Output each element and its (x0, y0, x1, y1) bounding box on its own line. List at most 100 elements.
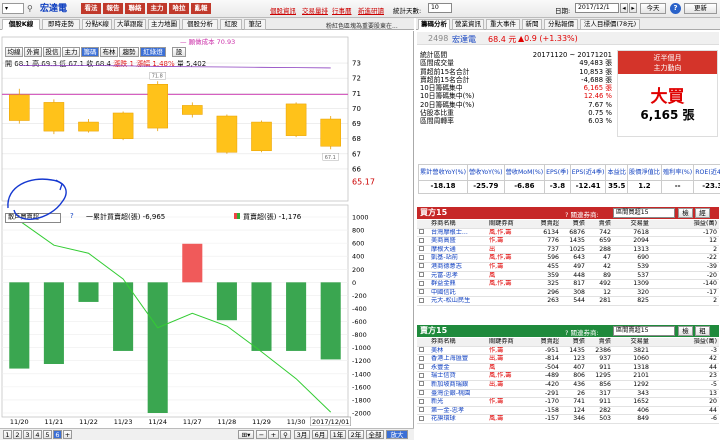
range-zoom[interactable]: 放大 (386, 430, 408, 439)
fin-head: 本益比 (605, 164, 629, 181)
table-row[interactable]: 元富-忠孝風 359 448 89 537 -20 (417, 271, 719, 281)
tab-branch-quote[interactable]: 分點報價 (544, 19, 578, 30)
sell-check-button[interactable]: 檢 (678, 326, 693, 336)
row-checkbox[interactable] (417, 397, 429, 407)
row-checkbox[interactable] (417, 288, 429, 298)
page-4[interactable]: 4 (33, 430, 42, 439)
buy-check-button[interactable]: 檢 (678, 208, 693, 218)
row-checkbox[interactable] (417, 406, 429, 416)
refresh-button[interactable]: 更新 (684, 3, 717, 14)
link-volume-rank[interactable]: 交易量排 (302, 5, 328, 15)
link-stock-info[interactable]: 個股資訊 (270, 5, 296, 15)
row-checkbox[interactable] (417, 228, 429, 238)
table-cell: 台灣摩根士... (429, 228, 487, 238)
tab-big-order[interactable]: 大單跟蹤 (114, 19, 146, 30)
page-add[interactable]: + (63, 430, 72, 439)
tab-revenue[interactable]: 營業資訊 (452, 19, 484, 30)
buy-branch-button[interactable]: 經 (695, 208, 710, 218)
tab-chips[interactable]: 籌碼分析 (418, 19, 450, 30)
table-row[interactable]: 美林 作,籌 -951 1435 2386 3821 -3 (417, 346, 719, 356)
zoom-menu-button[interactable]: ⊞▾ (238, 430, 254, 439)
row-checkbox[interactable] (417, 371, 429, 381)
buy-range-select[interactable]: 區間買超15 (613, 208, 675, 218)
search-icon[interactable]: ⚲ (27, 3, 37, 14)
row-checkbox[interactable] (417, 363, 429, 373)
sell-range-select[interactable]: 區間賣超15 (613, 326, 675, 336)
table-row[interactable]: 第一金-忠孝 -158 124 282 406 44 (417, 406, 719, 416)
row-checkbox[interactable] (417, 253, 429, 263)
date-next-button[interactable]: ▸ (629, 3, 637, 13)
row-checkbox[interactable] (417, 279, 429, 289)
tab-target-price[interactable]: 法人目標價(78元) (580, 19, 640, 30)
tab-dividend[interactable]: 紅股 (220, 19, 242, 30)
table-row[interactable]: 元大-松山民生 263 544 281 825 2 (417, 296, 719, 306)
date-prev-button[interactable]: ◂ (620, 3, 628, 13)
table-row[interactable]: 永豐金風 -504 407 911 1318 44 (417, 363, 719, 373)
table-row[interactable]: 中國信託 296 308 12 320 -17 (417, 288, 719, 298)
major-button[interactable]: 主力 (147, 3, 167, 14)
table-row[interactable]: 新加坡商瑞銀 出,籌 -420 436 856 1292 -5 (417, 380, 719, 390)
tab-events[interactable]: 重大事件 (486, 19, 520, 30)
table-cell: 美商高盛 (429, 236, 487, 246)
zoom-in-icon[interactable]: + (268, 430, 279, 439)
table-row[interactable]: 花旗環球 風,籌 -157 346 503 849 -6 (417, 414, 719, 424)
tab-analysis[interactable]: 個股分析 (182, 19, 218, 30)
range-1y[interactable]: 1年 (330, 430, 346, 439)
search-zoom-icon[interactable]: ⚲ (280, 430, 291, 439)
rumor-button[interactable]: 亂報 (191, 3, 211, 14)
table-row[interactable]: 香港上海匯豐 出,籌 -814 123 937 1060 42 (417, 354, 719, 364)
tab-branch-kline[interactable]: 分點K線 (82, 19, 112, 30)
table-row[interactable]: 摩根大通出 737 1025 288 1313 2 (417, 245, 719, 255)
range-6m[interactable]: 6月 (312, 430, 328, 439)
table-row[interactable]: 臺灣企銀-桃園 -291 26 317 343 13 (417, 389, 719, 399)
col-header: 買張 (561, 220, 587, 229)
page-3[interactable]: 3 (23, 430, 32, 439)
table-cell: 359 (533, 271, 561, 281)
row-checkbox[interactable] (417, 414, 429, 424)
row-checkbox[interactable] (417, 296, 429, 306)
row-checkbox[interactable] (417, 236, 429, 246)
fin-value: -25.79 (466, 180, 505, 194)
page-1[interactable]: 1 (3, 430, 12, 439)
table-row[interactable]: 凱基-站前 風,作,籌 596 643 47 690 -22 (417, 253, 719, 263)
symbol-dropdown[interactable]: ▾ (2, 3, 24, 14)
report-button[interactable]: 報告 (103, 3, 123, 14)
question-icon[interactable]: ? (670, 3, 681, 14)
link-calendar[interactable]: 行事曆 (332, 5, 352, 15)
row-checkbox[interactable] (417, 245, 429, 255)
table-row[interactable]: 台灣摩根士... 風,作,籌 6134 6876 742 7618 -170 (417, 228, 719, 238)
zoom-out-icon[interactable]: − (256, 430, 267, 439)
date-select[interactable]: 2017/12/1 (575, 3, 619, 13)
today-button[interactable]: 今天 (640, 3, 666, 14)
contact-button[interactable]: 聯絡 (125, 3, 145, 14)
tab-major-map[interactable]: 主力地圖 (148, 19, 180, 30)
link-research[interactable]: 新進研讀 (358, 5, 384, 15)
table-row[interactable]: 新光 作,籌 -170 741 911 1652 20 (417, 397, 719, 407)
range-3m[interactable]: 3月 (294, 430, 310, 439)
range-all[interactable]: 全部 (366, 430, 384, 439)
days-select[interactable]: 10 (428, 3, 452, 13)
tab-news[interactable]: 新聞 (522, 19, 542, 30)
table-cell: 摩根大通 (429, 245, 487, 255)
row-checkbox[interactable] (417, 262, 429, 272)
table-row[interactable]: 美商高盛 作,籌 776 1435 659 2094 12 (417, 236, 719, 246)
sell-branch-button[interactable]: 粗 (695, 326, 710, 336)
table-row[interactable]: 港商德意志 作,籌 455 497 42 539 -39 (417, 262, 719, 272)
page-2[interactable]: 2 (13, 430, 22, 439)
chat-button[interactable]: 哈拉 (169, 3, 189, 14)
page-5[interactable]: 5 (43, 430, 52, 439)
tab-intraday[interactable]: 即時走勢 (42, 19, 80, 30)
row-checkbox[interactable] (417, 346, 429, 356)
page-6[interactable]: 6 (53, 430, 62, 439)
table-cell: 風,作,籌 (487, 228, 533, 238)
view-button[interactable]: 看法 (81, 3, 101, 14)
table-row[interactable]: 瑞士信貸 風,作,籌 -489 806 1295 2101 23 (417, 371, 719, 381)
tab-notes[interactable]: 筆記 (244, 19, 266, 30)
row-checkbox[interactable] (417, 380, 429, 390)
row-checkbox[interactable] (417, 271, 429, 281)
range-2y[interactable]: 2年 (348, 430, 364, 439)
row-checkbox[interactable] (417, 389, 429, 399)
row-checkbox[interactable] (417, 354, 429, 364)
tab-kline[interactable]: 個股K線 (2, 19, 40, 30)
table-row[interactable]: 群益金鼎 風,作,籌 325 817 492 1309 -140 (417, 279, 719, 289)
